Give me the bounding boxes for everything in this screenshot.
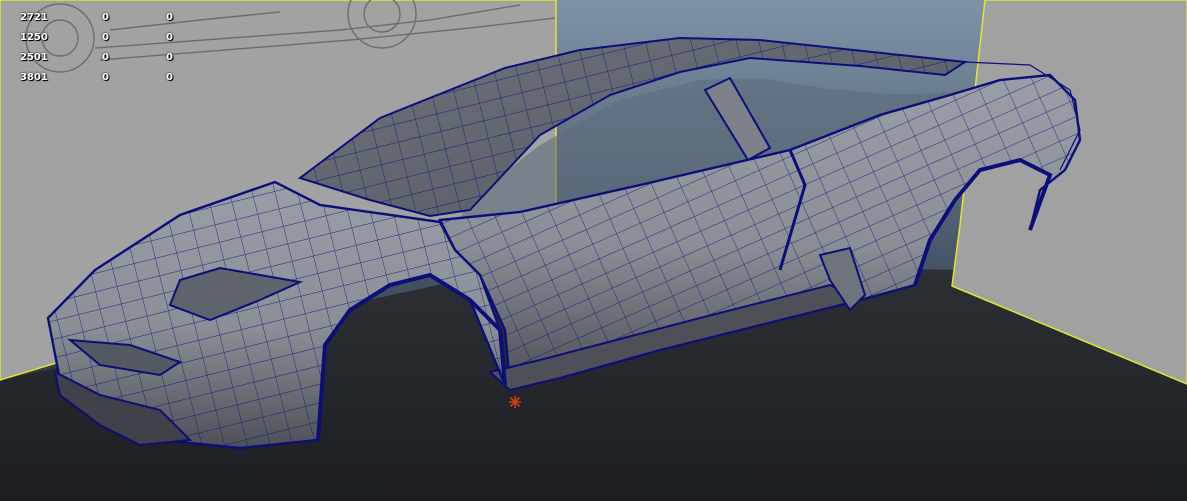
maya-viewport[interactable]: 2721 0 0 1250 0 0 2501 0 0 3801 0 0	[0, 0, 1187, 501]
pivot-marker-icon[interactable]	[509, 396, 521, 408]
hud-row: 1250 0 0	[0, 28, 200, 48]
hud-value: 0	[102, 52, 109, 63]
hud-stats: 2721 0 0 1250 0 0 2501 0 0 3801 0 0	[0, 0, 200, 95]
hud-value: 2501	[20, 52, 48, 63]
hud-value: 0	[166, 12, 173, 23]
hud-row: 2721 0 0	[0, 8, 200, 28]
hud-value: 1250	[20, 32, 48, 43]
hud-value: 0	[102, 72, 109, 83]
hud-row: 2501 0 0	[0, 48, 200, 68]
hud-value: 0	[102, 32, 109, 43]
hud-value: 0	[166, 52, 173, 63]
hud-value: 2721	[20, 12, 48, 23]
hud-value: 0	[166, 32, 173, 43]
hud-row: 3801 0 0	[0, 68, 200, 88]
hud-value: 0	[166, 72, 173, 83]
hud-value: 3801	[20, 72, 48, 83]
hud-value: 0	[102, 12, 109, 23]
